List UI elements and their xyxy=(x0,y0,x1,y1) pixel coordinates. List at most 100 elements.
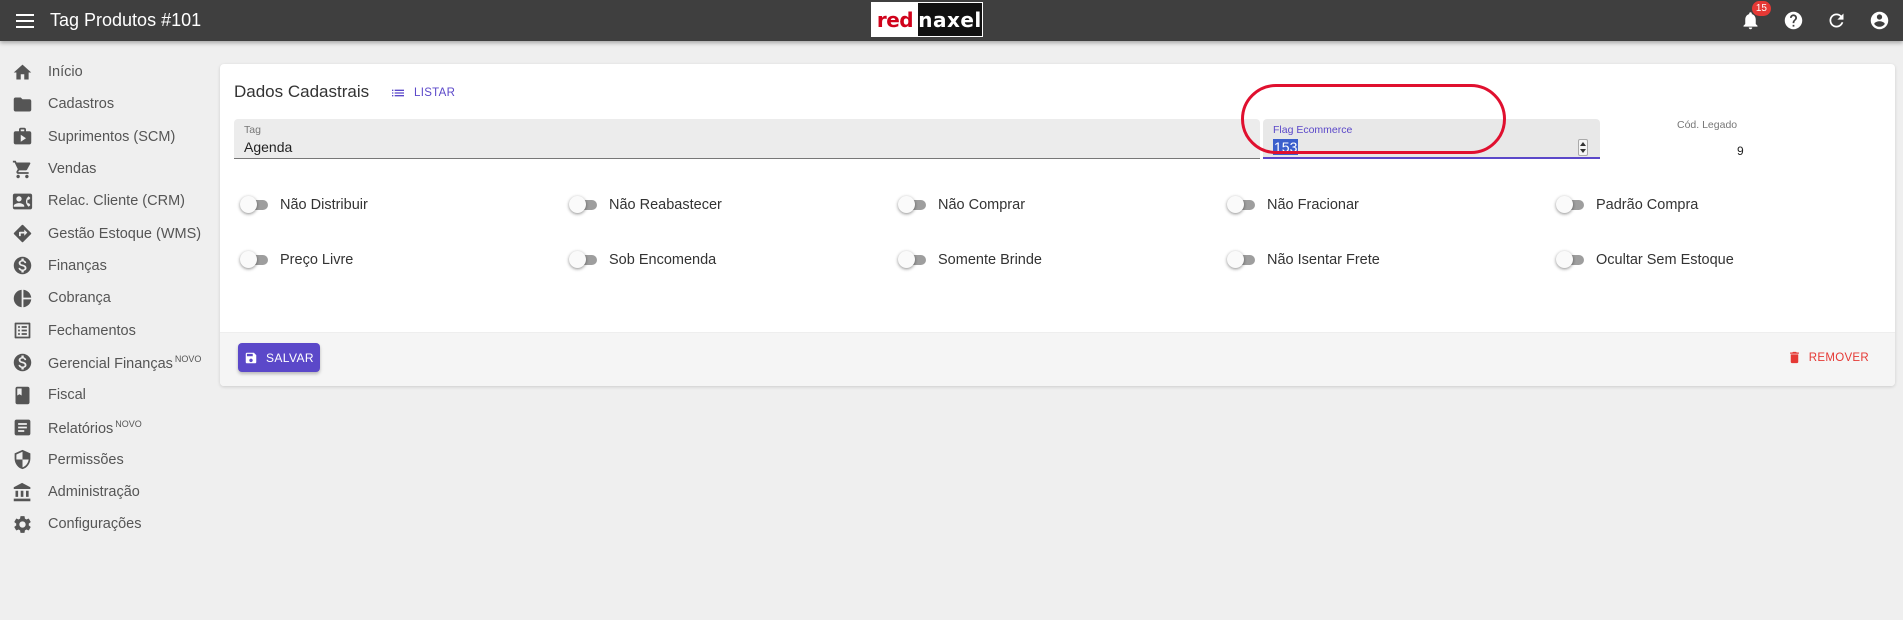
page-title: Tag Produtos #101 xyxy=(50,10,202,30)
sidebar-item-label: Gerencial Finanças NOVO xyxy=(48,354,201,372)
sidebar-nav: Início Cadastros Suprimentos (SCM) Venda… xyxy=(0,56,215,540)
switch[interactable] xyxy=(569,251,599,268)
sidebar-item-configuracoes[interactable]: Configurações xyxy=(0,508,215,540)
book-icon xyxy=(15,386,30,404)
sidebar-item-administracao[interactable]: Administração xyxy=(0,476,215,508)
list-button[interactable]: LISTAR xyxy=(390,82,455,104)
home-icon xyxy=(13,64,32,80)
switch-thumb xyxy=(569,251,586,268)
sidebar-item-label: Fiscal xyxy=(48,387,86,404)
spinner-up-icon[interactable] xyxy=(1580,141,1586,146)
flag-ecommerce-value[interactable]: 153 xyxy=(1273,139,1299,155)
selected-text: 153 xyxy=(1273,139,1299,155)
sidebar-item-label: Permissões xyxy=(48,451,124,468)
sidebar-item-inicio[interactable]: Início xyxy=(0,56,215,88)
switch[interactable] xyxy=(898,251,928,268)
save-button[interactable]: SALVAR xyxy=(238,343,320,372)
form-actions: SALVAR REMOVER xyxy=(220,332,1895,386)
sidebar-item-wms[interactable]: Gestão Estoque (WMS) xyxy=(0,217,215,249)
sidebar-item-relatorios[interactable]: Relatórios NOVO xyxy=(0,411,215,443)
flag-ecommerce-label: Flag Ecommerce xyxy=(1273,124,1353,136)
switch-thumb xyxy=(1556,251,1573,268)
switch[interactable] xyxy=(240,196,270,213)
spinner-down-icon[interactable] xyxy=(1580,149,1586,154)
sidebar-item-label: Suprimentos (SCM) xyxy=(48,128,176,145)
sidebar-item-vendas[interactable]: Vendas xyxy=(0,153,215,185)
sidebar-item-fiscal[interactable]: Fiscal xyxy=(0,379,215,411)
toggle-nao-isentar-frete[interactable]: Não Isentar Frete xyxy=(1227,251,1380,268)
switch-thumb xyxy=(569,196,586,213)
shopping-bag-icon xyxy=(13,127,32,145)
trash-icon xyxy=(1789,351,1799,364)
sidebar-item-suprimentos[interactable]: Suprimentos (SCM) xyxy=(0,121,215,153)
sidebar-item-cadastros[interactable]: Cadastros xyxy=(0,88,215,120)
toggle-preco-livre[interactable]: Preço Livre xyxy=(240,251,353,268)
rednaxel-logo: red naxel xyxy=(871,2,983,37)
sidebar-item-label: Finanças xyxy=(48,257,107,274)
switch[interactable] xyxy=(1556,251,1586,268)
sidebar-item-fechamentos[interactable]: Fechamentos xyxy=(0,314,215,346)
legacy-code-value: 9 xyxy=(1737,144,1744,158)
sidebar-item-gerencial-financas[interactable]: Gerencial Finanças NOVO xyxy=(0,347,215,379)
toggle-nao-distribuir[interactable]: Não Distribuir xyxy=(240,196,368,213)
toggle-label: Não Fracionar xyxy=(1267,197,1359,213)
sidebar-item-financas[interactable]: Finanças xyxy=(0,250,215,282)
sidebar-item-label: Vendas xyxy=(48,161,97,178)
notifications-button[interactable]: 15 xyxy=(1738,1,1771,32)
remove-button-label: REMOVER xyxy=(1808,351,1869,364)
flag-ecommerce-field[interactable]: Flag Ecommerce 153 xyxy=(1263,119,1600,159)
number-spinner[interactable] xyxy=(1578,139,1588,156)
sidebar-item-text: Relatórios xyxy=(48,420,114,437)
toggle-nao-comprar[interactable]: Não Comprar xyxy=(898,196,1025,213)
switch-thumb xyxy=(1227,251,1244,268)
tag-field-value[interactable]: Agenda xyxy=(244,139,292,155)
toggle-label: Não Isentar Frete xyxy=(1267,252,1380,268)
switch[interactable] xyxy=(1227,251,1257,268)
sidebar-item-label: Configurações xyxy=(48,516,142,533)
sidebar-item-cobranca[interactable]: Cobrança xyxy=(0,282,215,314)
remove-button[interactable]: REMOVER xyxy=(1787,350,1869,365)
switch[interactable] xyxy=(898,196,928,213)
switch[interactable] xyxy=(1556,196,1586,213)
sidebar-item-crm[interactable]: Relac. Cliente (CRM) xyxy=(0,185,215,217)
menu-icon[interactable] xyxy=(14,12,36,30)
toggle-label: Somente Brinde xyxy=(938,252,1042,268)
contact-card-icon xyxy=(12,193,33,210)
sidebar-item-label: Relac. Cliente (CRM) xyxy=(48,193,185,210)
toggle-somente-brinde[interactable]: Somente Brinde xyxy=(898,251,1042,268)
form-card: Dados Cadastrais LISTAR Tag Agenda Flag … xyxy=(220,64,1895,386)
new-tag: NOVO xyxy=(174,353,202,364)
folder-icon xyxy=(13,97,32,112)
save-icon xyxy=(245,352,257,363)
legacy-code-label: Cód. Legado xyxy=(1677,119,1738,131)
toggle-padrao-compra[interactable]: Padrão Compra xyxy=(1556,196,1698,213)
sidebar-item-label: Cadastros xyxy=(48,96,115,113)
switch[interactable] xyxy=(240,251,270,268)
switch-thumb xyxy=(1227,196,1244,213)
sidebar-item-permissoes[interactable]: Permissões xyxy=(0,444,215,476)
switch-thumb xyxy=(1556,196,1573,213)
sidebar-item-label: Gestão Estoque (WMS) xyxy=(48,225,202,242)
refresh-button[interactable] xyxy=(1824,8,1848,32)
sidebar-item-label: Fechamentos xyxy=(48,322,136,339)
tag-field[interactable]: Tag Agenda xyxy=(234,119,1260,159)
form-title: Dados Cadastrais xyxy=(234,82,370,101)
switch-thumb xyxy=(898,196,915,213)
toggle-sob-encomenda[interactable]: Sob Encomenda xyxy=(569,251,716,268)
dollar-circle-icon xyxy=(13,354,32,372)
toggle-nao-reabastecer[interactable]: Não Reabastecer xyxy=(569,196,722,213)
switch[interactable] xyxy=(569,196,599,213)
sidebar-item-text: Gerencial Finanças xyxy=(48,355,173,372)
directions-icon xyxy=(13,224,32,243)
account-button[interactable] xyxy=(1867,8,1891,32)
switch[interactable] xyxy=(1227,196,1257,213)
save-button-label: SALVAR xyxy=(266,350,314,365)
toggle-label: Não Reabastecer xyxy=(609,197,722,213)
toggle-nao-fracionar[interactable]: Não Fracionar xyxy=(1227,196,1359,213)
toggle-ocultar-sem-estoque[interactable]: Ocultar Sem Estoque xyxy=(1556,251,1734,268)
article-icon xyxy=(14,419,31,436)
switch-thumb xyxy=(240,251,257,268)
help-button[interactable] xyxy=(1781,8,1805,32)
logo-naxel: naxel xyxy=(918,7,982,32)
sidebar-item-label: Início xyxy=(48,64,83,81)
